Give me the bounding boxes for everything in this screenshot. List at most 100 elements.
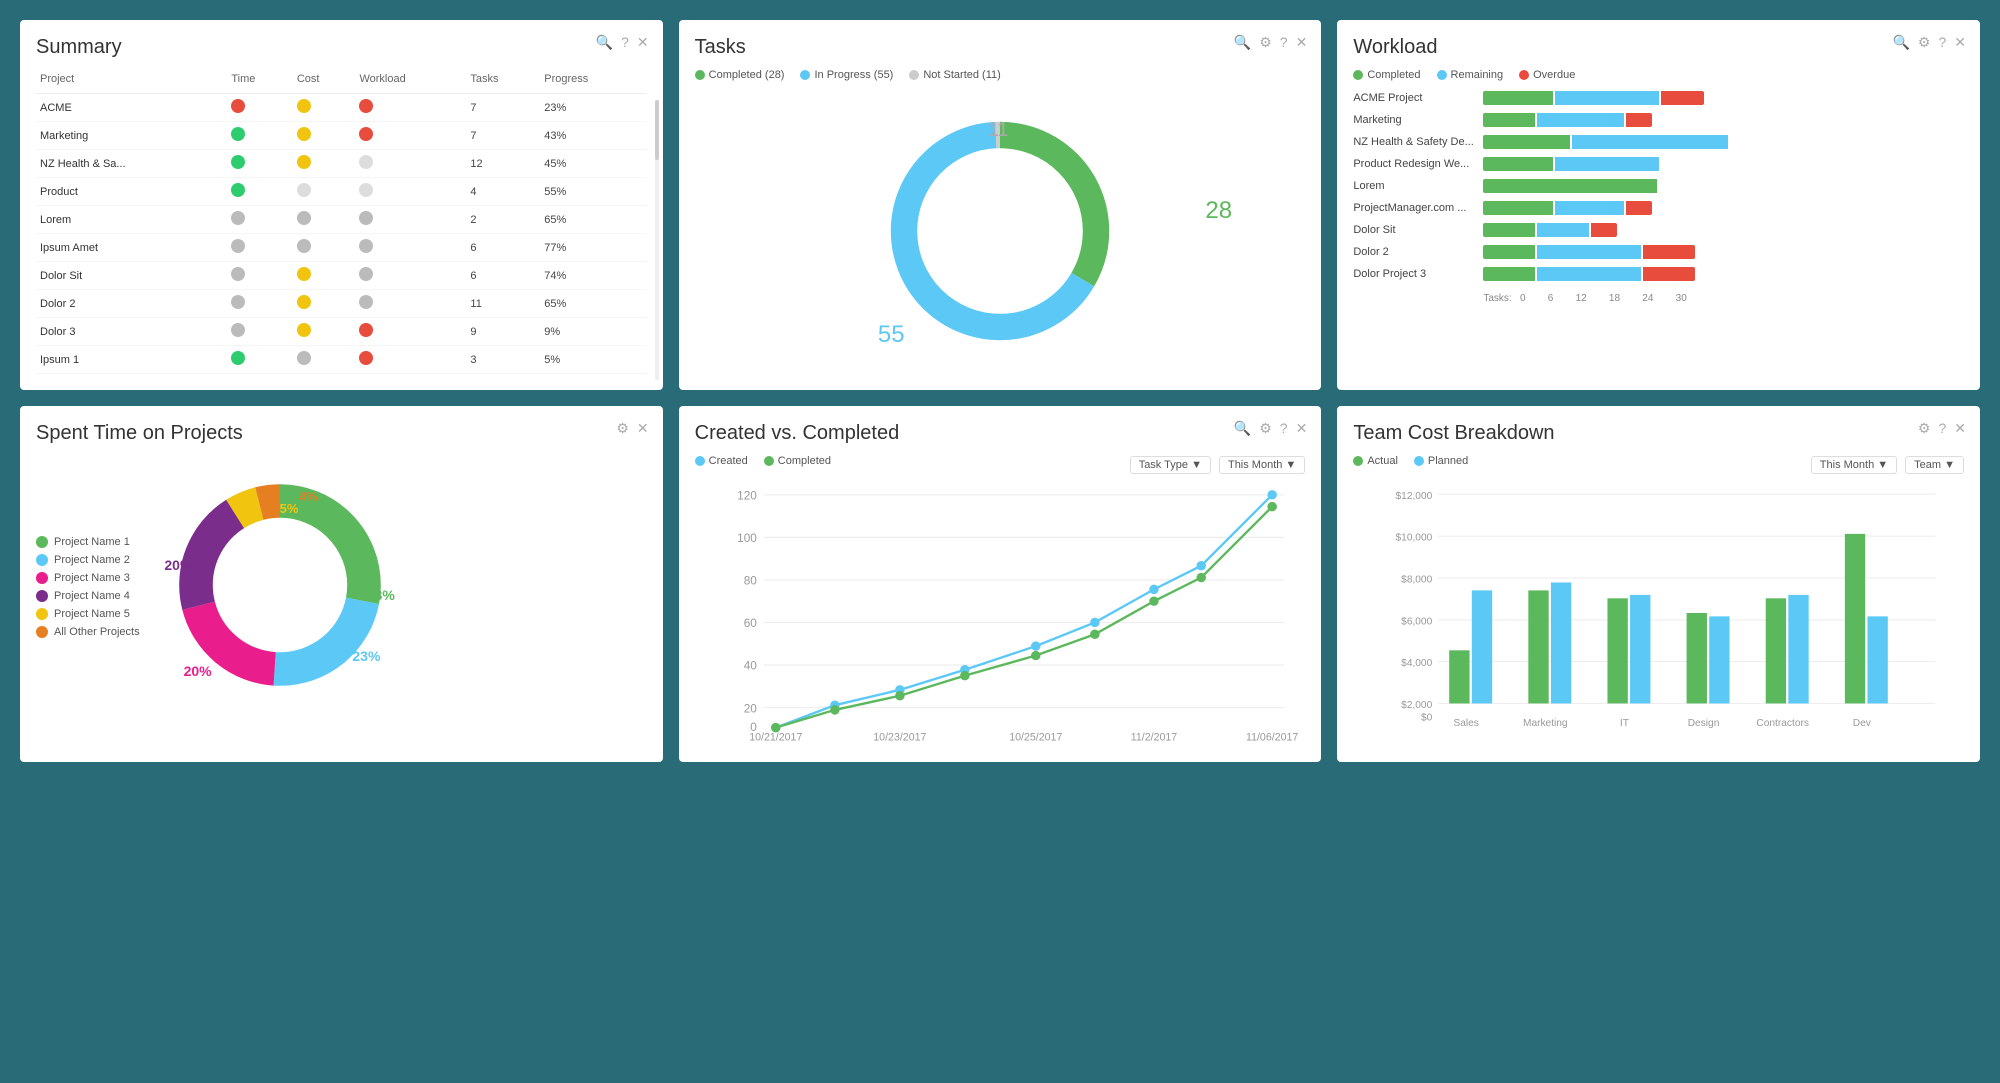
- progress-value: 65%: [540, 206, 646, 234]
- pie-label: All Other Projects: [54, 626, 140, 638]
- created-line: [775, 495, 1271, 728]
- workload-dot: [355, 122, 466, 150]
- help-icon[interactable]: ?: [1280, 34, 1288, 51]
- team-cost-title: Team Cost Breakdown: [1353, 422, 1964, 445]
- time-dot: [227, 150, 293, 178]
- project-name: NZ Health & Sa...: [36, 150, 227, 178]
- gear-icon[interactable]: ⚙: [1918, 34, 1931, 51]
- gear-icon[interactable]: ⚙: [1259, 34, 1272, 51]
- time-dot: [227, 318, 293, 346]
- this-month-filter[interactable]: This Month ▼: [1219, 456, 1305, 474]
- close-icon[interactable]: ✕: [1954, 34, 1966, 51]
- tasks-count: 6: [466, 234, 540, 262]
- help-icon[interactable]: ?: [1938, 34, 1946, 51]
- scrollbar[interactable]: [655, 100, 659, 380]
- w-remaining-label: Remaining: [1451, 69, 1504, 81]
- table-row: Dolor 3 9 9%: [36, 318, 647, 346]
- tasks-count: 7: [466, 122, 540, 150]
- actual-dot: [1353, 456, 1363, 466]
- summary-title: Summary: [36, 36, 647, 59]
- pie-chart-container: 5% 4% 28% 23% 20% 20%: [160, 465, 400, 708]
- bar-overdue: [1643, 267, 1695, 281]
- team-filter[interactable]: Team ▼: [1905, 456, 1964, 474]
- cost-dot: [293, 234, 356, 262]
- bar-overdue: [1643, 245, 1695, 259]
- dp: [1149, 585, 1158, 594]
- gear-icon[interactable]: ⚙: [616, 420, 629, 437]
- time-dot: [227, 262, 293, 290]
- bar-remaining: [1537, 223, 1589, 237]
- workload-row: ACME Project: [1353, 91, 1964, 105]
- table-row: Dolor 2 11 65%: [36, 290, 647, 318]
- workload-project-name: Lorem: [1353, 180, 1483, 192]
- bar-completed: [1483, 135, 1570, 149]
- bar-marketing-planned: [1551, 582, 1571, 703]
- this-month-cost-filter[interactable]: This Month ▼: [1811, 456, 1897, 474]
- time-dot: [227, 178, 293, 206]
- bar-it-planned: [1630, 595, 1650, 704]
- bar-completed: [1483, 91, 1552, 105]
- planned-label: Planned: [1428, 455, 1468, 467]
- bar-sales-actual: [1450, 650, 1470, 703]
- bar-dev-planned: [1868, 616, 1888, 703]
- dp: [1031, 641, 1040, 650]
- search-icon[interactable]: 🔍: [1234, 420, 1251, 437]
- tasks-count: 6: [466, 262, 540, 290]
- table-row: Ipsum 1 3 5%: [36, 346, 647, 374]
- cost-legend: Actual Planned: [1353, 455, 1468, 467]
- svg-text:$2,000: $2,000: [1401, 700, 1432, 711]
- svg-text:Dev: Dev: [1853, 718, 1872, 729]
- svg-text:11/06/2017: 11/06/2017: [1246, 732, 1298, 743]
- col-time: Time: [227, 69, 293, 94]
- summary-card: Summary 🔍 ? ✕ Project Time Cost Workload…: [20, 20, 663, 390]
- gear-icon[interactable]: ⚙: [1259, 420, 1272, 437]
- close-icon[interactable]: ✕: [1296, 420, 1308, 437]
- workload-bar: [1483, 179, 1964, 193]
- progress-value: 74%: [540, 262, 646, 290]
- table-row: NZ Health & Sa... 12 45%: [36, 150, 647, 178]
- help-icon[interactable]: ?: [621, 34, 629, 51]
- task-type-filter[interactable]: Task Type ▼: [1130, 456, 1211, 474]
- svg-text:Marketing: Marketing: [1523, 718, 1568, 729]
- svg-text:$4,000: $4,000: [1401, 658, 1432, 669]
- close-icon[interactable]: ✕: [637, 420, 649, 437]
- pct-28: 28%: [367, 587, 395, 603]
- pct-23: 23%: [352, 648, 380, 664]
- close-icon[interactable]: ✕: [1954, 420, 1966, 437]
- pct-20-purple: 20%: [164, 557, 192, 573]
- workload-dot: [355, 262, 466, 290]
- progress-value: 77%: [540, 234, 646, 262]
- search-icon[interactable]: 🔍: [596, 34, 613, 51]
- dashboard: Summary 🔍 ? ✕ Project Time Cost Workload…: [20, 20, 1980, 762]
- summary-table-scroll[interactable]: Project Time Cost Workload Tasks Progres…: [36, 69, 647, 374]
- spent-time-icons: ⚙ ✕: [616, 420, 648, 437]
- pie-label: Project Name 3: [54, 572, 130, 584]
- help-icon[interactable]: ?: [1938, 420, 1946, 437]
- search-icon[interactable]: 🔍: [1892, 34, 1909, 51]
- pie-dot: [36, 554, 48, 566]
- gear-icon[interactable]: ⚙: [1918, 420, 1931, 437]
- workload-dot: [355, 290, 466, 318]
- close-icon[interactable]: ✕: [1296, 34, 1308, 51]
- actual-label: Actual: [1367, 455, 1398, 467]
- pct-5: 5%: [280, 501, 299, 516]
- donut-container: 11 28 55: [695, 91, 1306, 371]
- legend-item: Project Name 4: [36, 590, 140, 602]
- workload-dot: [355, 178, 466, 206]
- progress-value: 5%: [540, 346, 646, 374]
- workload-bar: [1483, 267, 1964, 281]
- created-vs-completed-card: Created vs. Completed 🔍 ⚙ ? ✕ Created Co…: [679, 406, 1322, 762]
- cvc-title: Created vs. Completed: [695, 422, 1306, 445]
- workload-rows: ACME Project Marketing NZ Health & Safet…: [1353, 91, 1964, 289]
- dp: [1196, 573, 1205, 582]
- close-icon[interactable]: ✕: [637, 34, 649, 51]
- search-icon[interactable]: 🔍: [1234, 34, 1251, 51]
- workload-bar: [1483, 157, 1964, 171]
- svg-text:10/21/2017: 10/21/2017: [749, 732, 802, 743]
- cvc-legend: Created Completed: [695, 455, 831, 467]
- help-icon[interactable]: ?: [1280, 420, 1288, 437]
- time-dot: [227, 122, 293, 150]
- bar-overdue: [1626, 113, 1652, 127]
- svg-text:$6,000: $6,000: [1401, 616, 1432, 627]
- completed-line: [775, 507, 1271, 728]
